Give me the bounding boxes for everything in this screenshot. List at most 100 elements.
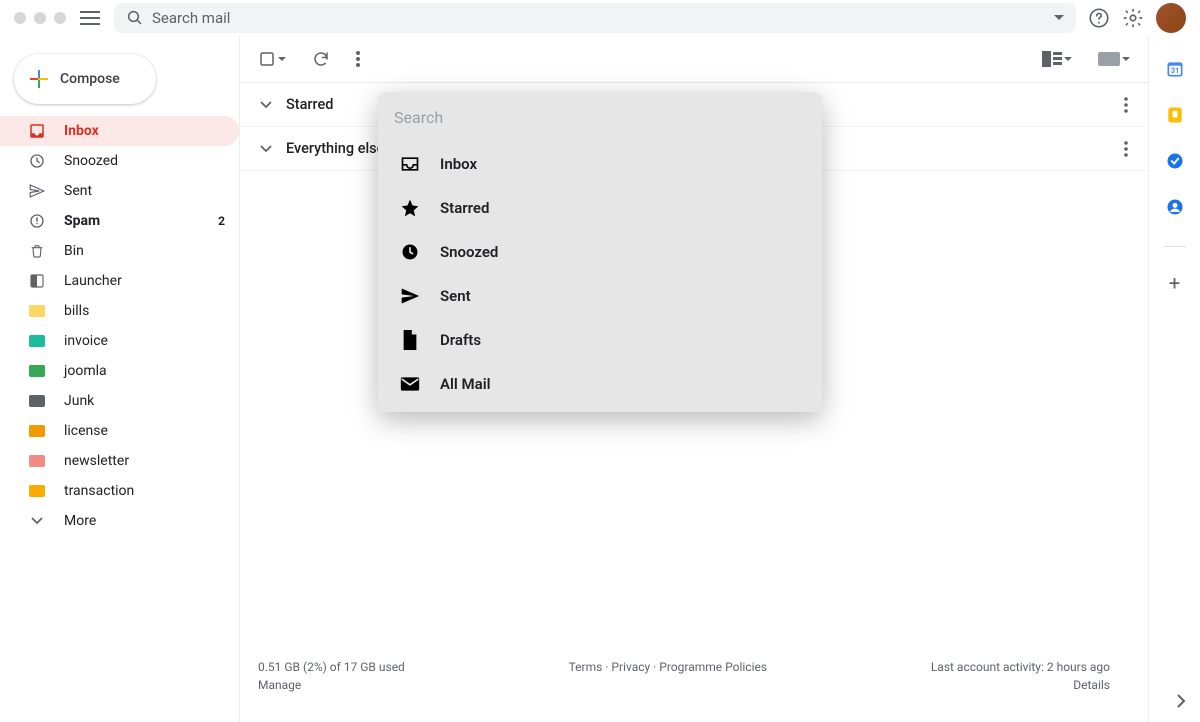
more-actions-button[interactable] (356, 51, 360, 67)
window-max-dot[interactable] (54, 12, 66, 24)
activity-text: Last account activity: 2 hours ago (931, 660, 1110, 674)
search-mail-input[interactable] (152, 9, 1046, 27)
main-menu-button[interactable] (78, 6, 102, 30)
file-icon (401, 330, 419, 350)
caret-down-icon (1122, 57, 1130, 62)
tasks-icon (1165, 151, 1185, 171)
refresh-icon (312, 50, 330, 68)
label-picker-dropdown: Inbox Starred Snoozed Sent Drafts All Ma… (378, 92, 822, 412)
checkbox-icon (258, 50, 276, 68)
get-addons-button[interactable]: + (1169, 271, 1180, 295)
storage-text: 0.51 GB (2%) of 17 GB used (258, 660, 405, 674)
sidebar-item-label: Spam (64, 213, 100, 229)
sidebar-label-transaction[interactable]: transaction (0, 476, 239, 506)
sidebar-item-inbox[interactable]: Inbox (0, 116, 239, 146)
sidebar-label-junk[interactable]: Junk (0, 386, 239, 416)
caret-down-icon (1064, 57, 1072, 62)
sidebar-item-label: transaction (64, 483, 134, 499)
sidebar-item-label: Junk (64, 393, 94, 409)
inbox-icon (28, 122, 46, 140)
sidebar-label-joomla[interactable]: joomla (0, 356, 239, 386)
dropdown-item-snoozed[interactable]: Snoozed (378, 230, 820, 274)
split-pane-button[interactable] (1042, 51, 1072, 67)
calendar-icon: 31 (1165, 59, 1185, 79)
compose-button[interactable]: Compose (14, 54, 156, 104)
policies-link[interactable]: Programme Policies (659, 660, 767, 674)
terms-link[interactable]: Terms (569, 660, 603, 674)
contacts-addon[interactable] (1164, 196, 1186, 218)
window-min-dot[interactable] (34, 12, 46, 24)
label-icon (29, 425, 45, 437)
settings-button[interactable] (1122, 7, 1144, 29)
sidebar-item-label: newsletter (64, 453, 129, 469)
split-pane-icon (1042, 51, 1062, 67)
sidebar-label-bills[interactable]: bills (0, 296, 239, 326)
details-link[interactable]: Details (931, 678, 1110, 692)
manage-storage-link[interactable]: Manage (258, 678, 405, 692)
dropdown-item-label: Drafts (440, 331, 481, 349)
dropdown-item-inbox[interactable]: Inbox (378, 142, 820, 186)
dropdown-search[interactable] (378, 92, 822, 142)
window-close-dot[interactable] (14, 12, 26, 24)
chevron-right-icon (1176, 694, 1186, 708)
side-panel-toggle[interactable] (1176, 694, 1186, 708)
calendar-addon[interactable]: 31 (1164, 58, 1186, 80)
chevron-down-icon (31, 517, 43, 525)
refresh-button[interactable] (312, 50, 330, 68)
sidebar-item-sent[interactable]: Sent (0, 176, 239, 206)
sidebar-item-label: license (64, 423, 108, 439)
rail-separator (1164, 246, 1186, 247)
chevron-down-icon (260, 145, 272, 153)
privacy-link[interactable]: Privacy (611, 660, 650, 674)
section-more-button[interactable] (1124, 97, 1128, 113)
section-more-button[interactable] (1124, 141, 1128, 157)
dropdown-caret-icon[interactable] (1054, 15, 1064, 21)
select-all-checkbox[interactable] (258, 50, 286, 68)
label-icon (29, 305, 45, 317)
right-rail: 31 + (1148, 36, 1200, 722)
sidebar-item-label: Launcher (64, 273, 122, 289)
dropdown-item-sent[interactable]: Sent (378, 274, 820, 318)
sidebar-label-newsletter[interactable]: newsletter (0, 446, 239, 476)
sidebar: Compose Inbox Snoozed Sent Spam 2 (0, 36, 239, 722)
toolbar (239, 36, 1148, 82)
sidebar-label-invoice[interactable]: invoice (0, 326, 239, 356)
mail-icon (400, 376, 420, 392)
dropdown-item-label: Inbox (440, 155, 477, 173)
label-icon (29, 365, 45, 377)
dropdown-item-label: Snoozed (440, 243, 498, 261)
avatar[interactable] (1156, 3, 1186, 33)
kebab-icon (1124, 141, 1128, 157)
sidebar-item-launcher[interactable]: Launcher (0, 266, 239, 296)
compose-label: Compose (60, 71, 120, 87)
sidebar-item-label: Bin (64, 243, 84, 259)
sidebar-item-snoozed[interactable]: Snoozed (0, 146, 239, 176)
sidebar-item-bin[interactable]: Bin (0, 236, 239, 266)
keyboard-icon (1098, 52, 1120, 66)
dropdown-list[interactable]: Inbox Starred Snoozed Sent Drafts All Ma… (378, 142, 822, 412)
kebab-icon (1124, 97, 1128, 113)
dropdown-item-starred[interactable]: Starred (378, 186, 820, 230)
clock-icon (400, 242, 420, 262)
help-icon (1088, 7, 1110, 29)
caret-down-icon (278, 57, 286, 62)
sidebar-label-license[interactable]: license (0, 416, 239, 446)
contacts-icon (1165, 197, 1185, 217)
label-icon (29, 455, 45, 467)
trash-icon (29, 242, 45, 260)
header-actions (1088, 3, 1186, 33)
search-icon (126, 9, 144, 27)
keep-addon[interactable] (1164, 104, 1186, 126)
help-button[interactable] (1088, 7, 1110, 29)
sidebar-more[interactable]: More (0, 506, 239, 536)
search-mail[interactable] (114, 3, 1076, 33)
dropdown-item-drafts[interactable]: Drafts (378, 318, 820, 362)
dropdown-item-all-mail[interactable]: All Mail (378, 362, 820, 406)
dropdown-search-input[interactable] (394, 108, 806, 127)
inbox-icon (400, 154, 420, 174)
chevron-down-icon (260, 101, 272, 109)
tasks-addon[interactable] (1164, 150, 1186, 172)
sidebar-item-spam[interactable]: Spam 2 (0, 206, 239, 236)
input-tools-button[interactable] (1098, 52, 1130, 66)
sidebar-item-label: Sent (64, 183, 92, 199)
